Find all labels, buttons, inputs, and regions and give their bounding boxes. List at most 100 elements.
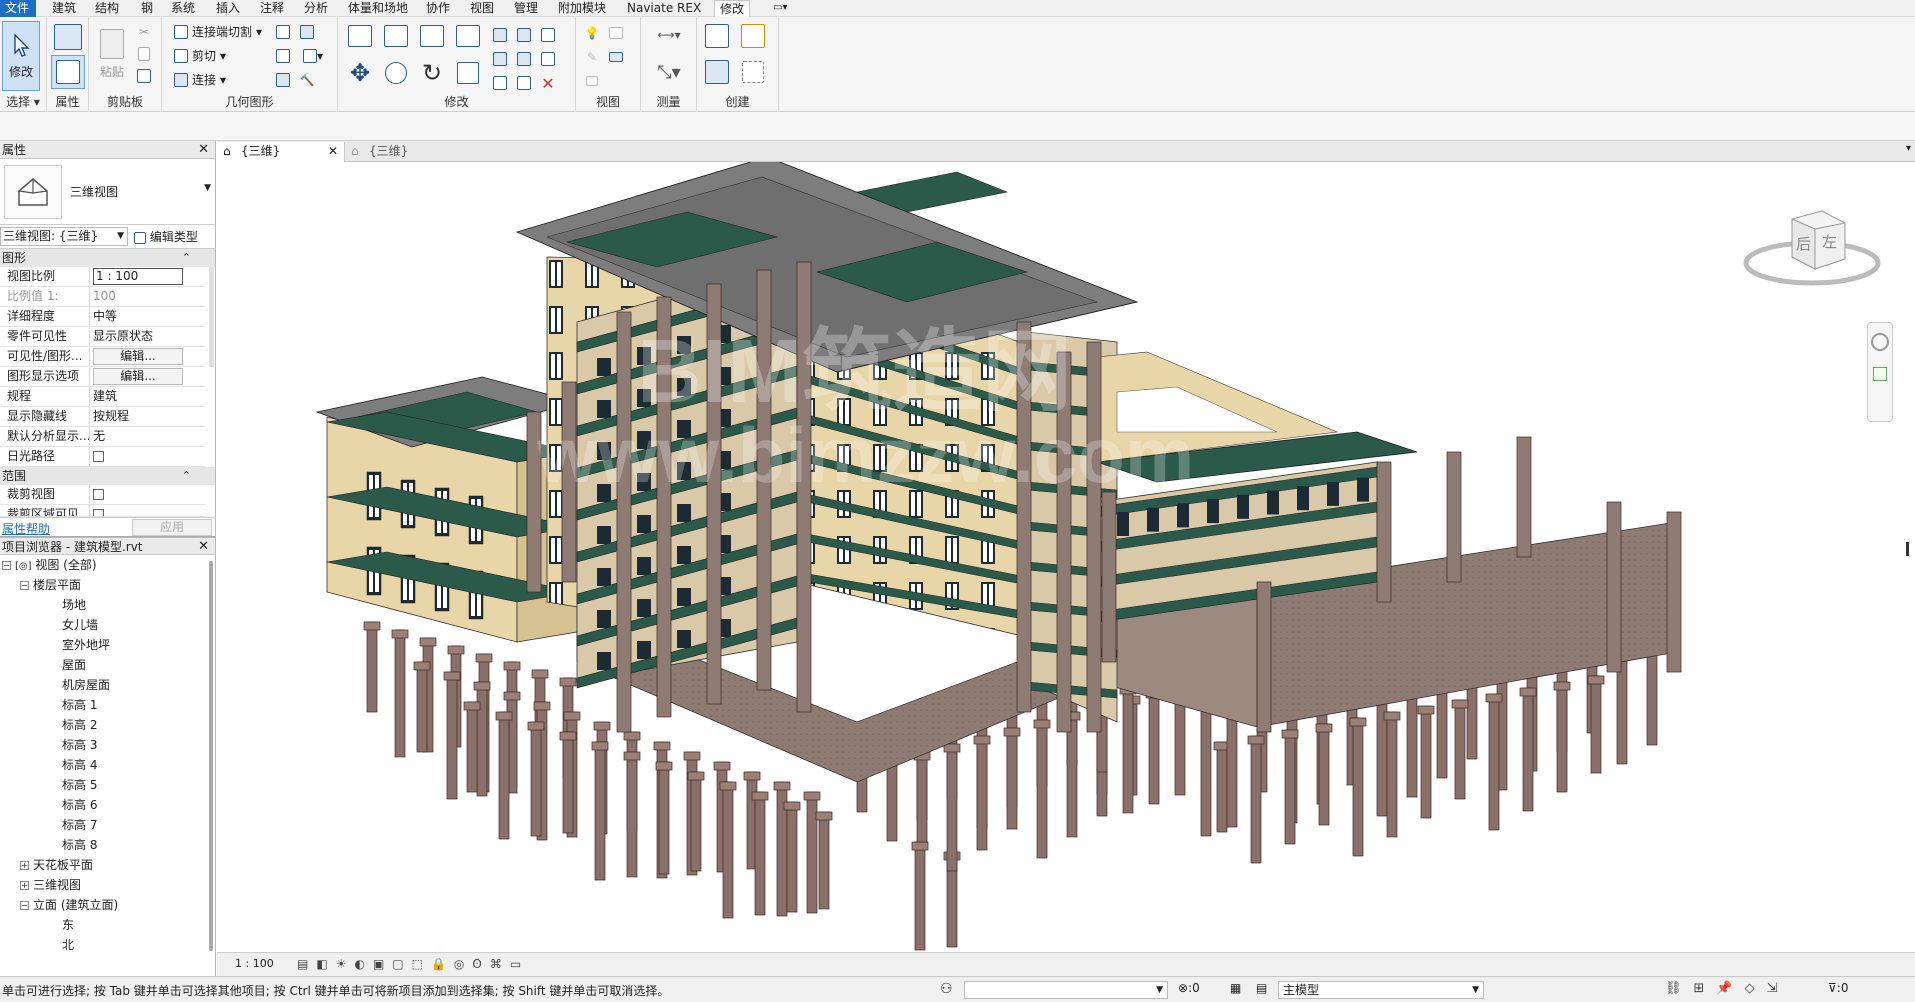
tree-node-views-root[interactable]: − [◎] 视图 (全部) xyxy=(0,555,215,575)
select-face-icon[interactable]: ◇ xyxy=(1745,981,1755,996)
prop-value[interactable]: 中等 xyxy=(90,307,205,326)
floor-plan-item[interactable]: 标高 6 xyxy=(0,795,215,815)
copy-icon[interactable] xyxy=(135,45,153,63)
crop-view-checkbox[interactable] xyxy=(93,489,104,500)
wall-joins-icon[interactable] xyxy=(274,47,292,65)
design-options-icon[interactable]: ▦ xyxy=(1230,981,1241,995)
delete-icon[interactable]: ✕ xyxy=(538,73,558,93)
crop-visible-checkbox[interactable] xyxy=(93,509,104,516)
tab-addins[interactable]: 附加模块 xyxy=(553,0,611,17)
tab-modify[interactable]: 修改 xyxy=(714,0,751,18)
pin-icon[interactable] xyxy=(538,25,558,45)
editable-only-icon[interactable]: ▤ xyxy=(1256,981,1267,995)
floor-plan-item[interactable]: 室外地坪 xyxy=(0,635,215,655)
select-panel-label[interactable]: 选择 ▾ xyxy=(0,93,46,110)
hammer-icon[interactable]: 🔨 xyxy=(298,71,316,89)
close-icon[interactable]: ✕ xyxy=(328,142,338,161)
drag-elements-icon[interactable]: ⇲ xyxy=(1767,981,1778,996)
ribbon-options-icon[interactable]: ▭▾ xyxy=(768,0,792,17)
viewcube-back-face[interactable]: 后 xyxy=(1796,233,1811,254)
tree-node-elevations[interactable]: − 立面 (建筑立面) xyxy=(0,895,215,915)
expand-icon[interactable]: + xyxy=(20,881,29,890)
unpin-icon[interactable] xyxy=(538,49,558,69)
tab-annotate[interactable]: 注释 xyxy=(255,0,289,17)
match-properties-icon[interactable] xyxy=(135,67,153,85)
section-graphics[interactable]: 图形 ⌃ xyxy=(0,249,215,267)
floor-plan-item[interactable]: 场地 xyxy=(0,595,215,615)
floor-plan-item[interactable]: 标高 7 xyxy=(0,815,215,835)
floor-plan-item[interactable]: 屋面 xyxy=(0,655,215,675)
doc-tab-inactive[interactable]: ⌂ {三维} xyxy=(345,142,445,162)
edit-display-button[interactable]: 编辑... xyxy=(93,368,183,385)
scale-input[interactable]: 1 : 100 xyxy=(93,268,183,285)
prop-value-scale[interactable]: 1 : 100 xyxy=(90,267,205,286)
select-underlay-icon[interactable]: ⊞ xyxy=(1694,981,1705,996)
modify-button[interactable]: 修改 xyxy=(2,21,40,91)
demolish-dropdown-icon[interactable]: ▾ xyxy=(298,47,328,65)
visual-style-icon[interactable]: ◧ xyxy=(316,957,327,971)
tab-systems[interactable]: 系统 xyxy=(166,0,200,17)
collapse-icon[interactable]: − xyxy=(20,901,29,910)
worksharing-icon[interactable]: ⌘ xyxy=(490,957,502,971)
hide-in-view-icon[interactable]: 💡 xyxy=(582,23,602,43)
floor-plan-item[interactable]: 标高 2 xyxy=(0,715,215,735)
split-face-icon[interactable] xyxy=(298,23,316,41)
eraser-icon[interactable] xyxy=(582,71,602,91)
design-option-dropdown[interactable]: 主模型 ▼ xyxy=(1278,981,1484,999)
type-properties-button[interactable] xyxy=(51,21,85,53)
render-icon[interactable]: ▣ xyxy=(373,957,384,971)
rotate-button[interactable]: ↻ xyxy=(416,57,448,89)
lock-view-icon[interactable]: 🔒 xyxy=(431,957,446,971)
tab-analyze[interactable]: 分析 xyxy=(299,0,333,17)
mirror-axis-button[interactable] xyxy=(416,21,448,51)
elevation-item[interactable]: 东 xyxy=(0,915,215,935)
view-cube[interactable]: 后 左 xyxy=(1737,207,1887,287)
floor-plan-item[interactable]: 标高 1 xyxy=(0,695,215,715)
properties-scrollbar[interactable] xyxy=(209,267,214,367)
edit-visibility-button[interactable]: 编辑... xyxy=(93,348,183,365)
section-extents[interactable]: 范围 ⌃ xyxy=(0,467,215,485)
steering-wheel-icon[interactable] xyxy=(1871,333,1889,351)
prop-value[interactable]: 按规程 xyxy=(90,407,205,426)
floor-plan-item[interactable]: 标高 3 xyxy=(0,735,215,755)
trim-button[interactable] xyxy=(452,57,484,89)
create-group-button[interactable] xyxy=(737,21,769,51)
join-geometry-button[interactable]: 连接 ▾ xyxy=(174,71,226,88)
view-dropdown-icon[interactable] xyxy=(606,47,626,67)
tree-node-3d-views[interactable]: + 三维视图 xyxy=(0,875,215,895)
dimension-icon[interactable]: ⤡▾ xyxy=(649,57,689,87)
extend-icon[interactable] xyxy=(514,73,534,93)
tab-collaborate[interactable]: 协作 xyxy=(421,0,455,17)
tab-file[interactable]: 文件 xyxy=(0,0,36,17)
highlight-icon[interactable]: ▭ xyxy=(510,957,521,971)
tab-architecture[interactable]: 建筑 xyxy=(47,0,81,17)
scroll-indicator[interactable] xyxy=(1906,542,1909,556)
crop-view-icon[interactable]: ▢ xyxy=(392,957,403,971)
tab-manage[interactable]: 管理 xyxy=(509,0,543,17)
zoom-region-icon[interactable] xyxy=(1873,367,1887,381)
close-icon[interactable]: ✕ xyxy=(198,141,209,159)
prop-value[interactable]: 建筑 xyxy=(90,387,205,406)
sun-path-icon[interactable]: ☀ xyxy=(336,957,347,971)
copy-element-button[interactable] xyxy=(380,57,412,89)
tab-view[interactable]: 视图 xyxy=(465,0,499,17)
tree-scrollbar[interactable] xyxy=(209,561,213,951)
measure-between-icon[interactable]: ⟷▾ xyxy=(649,23,689,47)
floor-plan-item[interactable]: 标高 5 xyxy=(0,775,215,795)
expand-icon[interactable]: + xyxy=(20,861,29,870)
prop-value[interactable]: 显示原状态 xyxy=(90,327,205,346)
override-graphics-icon[interactable] xyxy=(606,23,626,43)
align-face-icon[interactable] xyxy=(274,71,292,89)
properties-toggle-button[interactable] xyxy=(51,55,85,89)
floor-plan-item[interactable]: 标高 4 xyxy=(0,755,215,775)
close-icon[interactable]: ✕ xyxy=(198,538,209,556)
collapse-icon[interactable]: − xyxy=(2,561,11,570)
tab-massing[interactable]: 体量和场地 xyxy=(343,0,413,17)
paint-icon[interactable] xyxy=(274,23,292,41)
cut-scissors-icon[interactable]: ✂ xyxy=(135,23,153,41)
linework-icon[interactable]: ✎ xyxy=(582,47,602,67)
align-button[interactable] xyxy=(344,21,376,51)
tab-naviate[interactable]: Naviate REX xyxy=(622,0,706,17)
create-assembly-button[interactable] xyxy=(701,21,733,51)
select-pinned-icon[interactable]: 📌 xyxy=(1716,981,1732,996)
